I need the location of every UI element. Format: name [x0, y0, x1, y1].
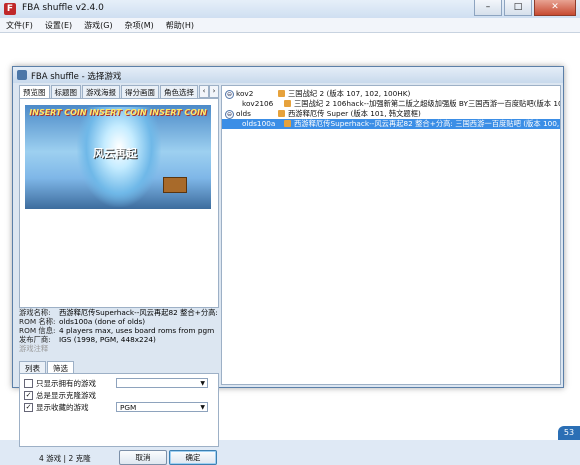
checkbox-favorites[interactable]: ✓ [24, 402, 33, 412]
filter-show-favorites[interactable]: ✓ 显示收藏的游戏 [24, 402, 89, 412]
dialog-titlebar: FBA shuffle - 选择游戏 [13, 67, 563, 83]
tree-rom-name: kov2 [236, 89, 254, 98]
game-tree: ⊖ kov2 三国战纪 2 (版本 107, 102, 100HK) kov21… [221, 85, 561, 385]
menu-bar: 文件(F) 设置(E) 游戏(G) 杂项(M) 帮助(H) [0, 18, 580, 33]
tab-title-image[interactable]: 标题图 [50, 85, 81, 98]
tab-preview[interactable]: 预览图 [19, 85, 50, 98]
platform-select[interactable]: PGM ▼ [116, 402, 208, 412]
maximize-button[interactable]: □ [504, 0, 532, 16]
dialog-icon [17, 70, 27, 80]
left-panel: 预览图 标题图 游戏海报 得分画面 角色选择 ‹ › INSERT COIN I… [19, 85, 219, 465]
info-label-rominfo: ROM 信息: [19, 326, 56, 335]
menu-help[interactable]: 帮助(H) [160, 18, 200, 32]
info-value-rom: olds100a (done of olds) [59, 317, 146, 326]
screenshot-caption: 风云再起 [93, 147, 137, 160]
cancel-button[interactable]: 取消 [119, 450, 167, 465]
tab-scroll-right-icon[interactable]: › [209, 85, 219, 98]
dialog-title: FBA shuffle - 选择游戏 [31, 72, 122, 82]
ok-button[interactable]: 确定 [169, 450, 217, 465]
screenshot-banner: INSERT COIN INSERT COIN INSERT COIN [29, 108, 207, 117]
tree-item-olds100a[interactable]: olds100a 西游释厄传Superhack--风云再起82 整合+分高: 三… [222, 119, 560, 129]
filter-select-top[interactable]: ▼ [116, 378, 208, 388]
info-value-name: 西游释厄传Superhack--风云再起82 整合+分高: [59, 308, 218, 317]
app-title: FBA shuffle v2.4.0 [22, 3, 104, 13]
info-value-rominfo: 4 players max, uses board roms from pgm [59, 326, 215, 335]
tree-item-olds[interactable]: ⊖ olds 西游释厄传 Super (版本 101, 韩文题框) [222, 109, 560, 119]
chevron-down-icon: ▼ [200, 380, 205, 387]
tab-scroll-left-icon[interactable]: ‹ [199, 85, 209, 98]
tab-character-select[interactable]: 角色选择 [160, 85, 198, 98]
tree-rom-name: olds [236, 109, 251, 118]
tree-game-title: 西游释厄传 Super (版本 101, 韩文题框) [288, 109, 421, 118]
info-label-name: 游戏名称: [19, 308, 51, 317]
game-info: 游戏名称: 西游释厄传Superhack--风云再起82 整合+分高: ROM 名… [19, 308, 219, 353]
tree-rom-name: olds100a [242, 119, 276, 128]
platform-select-value: PGM [120, 403, 137, 412]
info-label-rom: ROM 名称: [19, 317, 56, 326]
tree-item-kov2106[interactable]: kov2106 三国战纪 2 106hack--加强新第二版之超级加强版 BY三… [222, 99, 560, 109]
tree-game-title: 三国战纪 2 106hack--加强新第二版之超级加强版 BY三国西游一百度贴吧… [294, 99, 560, 108]
minimize-button[interactable]: – [474, 0, 502, 16]
menu-file[interactable]: 文件(F) [0, 18, 39, 32]
info-label-publisher: 发布厂商: [19, 335, 51, 344]
menu-misc[interactable]: 杂项(M) [119, 18, 160, 32]
chevron-down-icon: ▼ [200, 404, 205, 411]
preview-frame: INSERT COIN INSERT COIN INSERT COIN 风云再起 [19, 98, 219, 308]
treasure-chest-icon [163, 177, 187, 193]
checkbox-owned[interactable] [24, 378, 33, 388]
filter-tabs: 列表 筛选 [19, 361, 75, 373]
corner-badge: 53 [558, 426, 580, 440]
filter-clones-label: 总是显示克隆游戏 [36, 390, 96, 400]
app-titlebar: F FBA shuffle v2.4.0 – □ ✕ [0, 0, 580, 19]
select-game-dialog: FBA shuffle - 选择游戏 预览图 标题图 游戏海报 得分画面 角色选… [12, 66, 564, 465]
tab-filter[interactable]: 筛选 [47, 361, 74, 373]
game-screenshot: INSERT COIN INSERT COIN INSERT COIN 风云再起 [25, 105, 211, 209]
tab-poster[interactable]: 游戏海报 [82, 85, 120, 98]
collapse-icon[interactable]: ⊖ [225, 90, 234, 99]
tree-rom-name: kov2106 [242, 99, 274, 108]
filter-owned-only[interactable]: 只显示拥有的游戏 [24, 378, 96, 388]
tab-list[interactable]: 列表 [19, 361, 46, 373]
info-value-publisher: IGS (1998, PGM, 448x224) [59, 335, 156, 344]
menu-settings[interactable]: 设置(E) [39, 18, 78, 32]
game-icon [284, 120, 291, 127]
game-icon [278, 110, 285, 117]
filter-favorites-label: 显示收藏的游戏 [36, 402, 89, 412]
filter-show-clones[interactable]: ✓ 总是显示克隆游戏 [24, 390, 96, 400]
tab-score-screen[interactable]: 得分画面 [121, 85, 159, 98]
close-button[interactable]: ✕ [534, 0, 576, 16]
app-icon: F [4, 3, 16, 15]
menu-game[interactable]: 游戏(G) [78, 18, 118, 32]
game-icon [284, 100, 291, 107]
filter-panel: 只显示拥有的游戏 ✓ 总是显示克隆游戏 ✓ 显示收藏的游戏 ▼ PGM ▼ [19, 373, 219, 447]
preview-tabs: 预览图 标题图 游戏海报 得分画面 角色选择 ‹ › [19, 85, 219, 98]
dialog-footer: 4 游戏 | 2 克隆 取消 确定 [19, 449, 219, 465]
game-count: 4 游戏 | 2 克隆 [39, 454, 91, 463]
tree-game-title: 三国战纪 2 (版本 107, 102, 100HK) [288, 89, 411, 98]
filter-owned-label: 只显示拥有的游戏 [36, 378, 96, 388]
collapse-icon[interactable]: ⊖ [225, 110, 234, 119]
tree-item-kov2[interactable]: ⊖ kov2 三国战纪 2 (版本 107, 102, 100HK) [222, 89, 560, 99]
game-icon [278, 90, 285, 97]
tree-game-title: 西游释厄传Superhack--风云再起82 整合+分高: 三国西游一百度贴吧 … [294, 119, 560, 128]
checkbox-clones[interactable]: ✓ [24, 390, 33, 400]
info-label-notes: 游戏注释 [19, 344, 49, 353]
